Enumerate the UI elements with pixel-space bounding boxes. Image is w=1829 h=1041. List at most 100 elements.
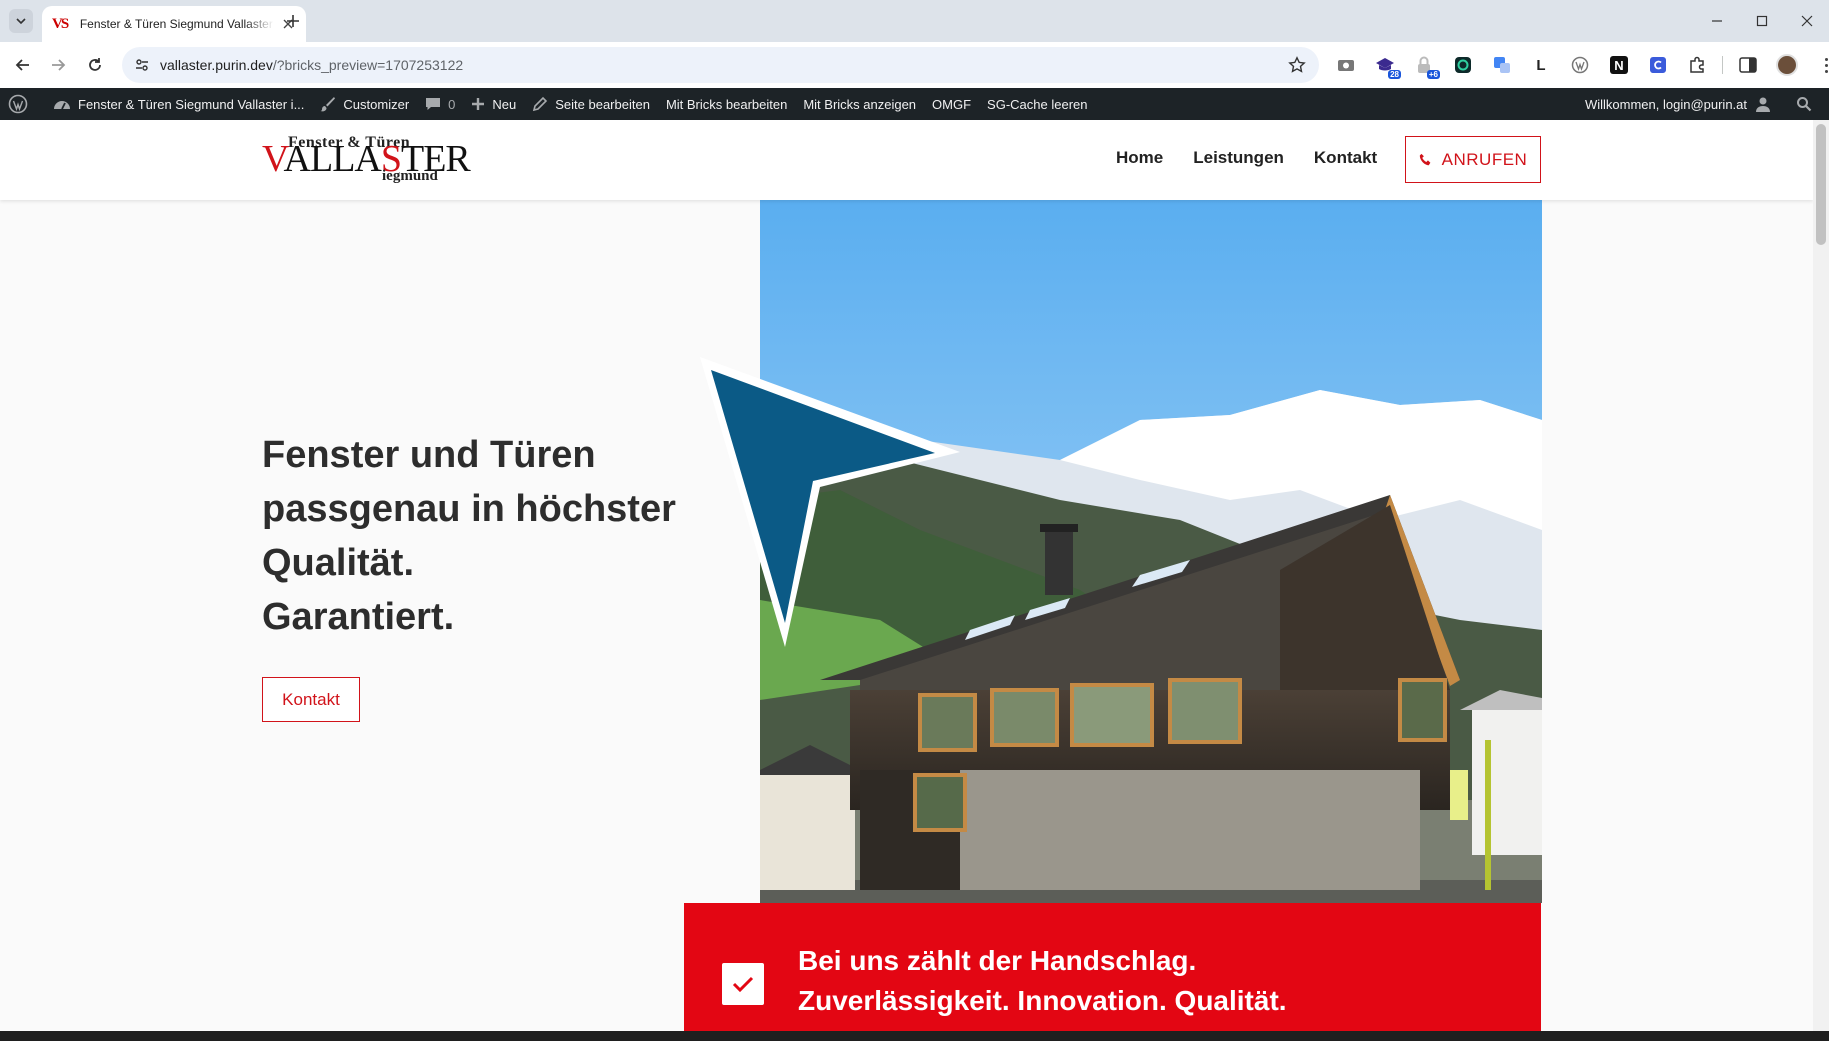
banner-line-2: Zuverlässigkeit. Innovation. Qualität. bbox=[798, 985, 1287, 1016]
more-vert-icon bbox=[1816, 57, 1829, 73]
comment-icon bbox=[426, 98, 441, 110]
star-icon bbox=[1288, 56, 1306, 73]
close-window-button[interactable] bbox=[1784, 0, 1829, 42]
reload-icon bbox=[89, 58, 101, 71]
adminbar-customizer-label: Customizer bbox=[343, 96, 410, 112]
wordpress-icon[interactable] bbox=[1566, 51, 1594, 79]
adminbar-search[interactable] bbox=[1786, 88, 1829, 120]
adminbar-site-name-label: Fenster & Türen Siegmund Vallaster i... bbox=[78, 96, 305, 112]
page-viewport: Fenster & Türen VALLASTER iegmund Home L… bbox=[0, 120, 1829, 1031]
site-favicon-icon: VS bbox=[52, 15, 69, 32]
plus-icon bbox=[287, 15, 299, 27]
adminbar-edit-page[interactable]: Seite bearbeiten bbox=[524, 88, 658, 120]
banner-text: Bei uns zählt der Handschlag. Zuverlässi… bbox=[798, 941, 1287, 1021]
cursor-arrow-decoration bbox=[700, 357, 960, 647]
profile-avatar[interactable] bbox=[1773, 51, 1801, 79]
logo-wordmark: VALLASTER bbox=[262, 138, 471, 180]
call-button-label: ANRUFEN bbox=[1441, 149, 1528, 169]
letter-l-icon[interactable]: L bbox=[1527, 51, 1555, 79]
browser-toolbar: vallaster.purin.dev/?bricks_preview=1707… bbox=[0, 42, 1829, 88]
hero-line: passgenau in höchster bbox=[262, 488, 676, 530]
url-text[interactable]: vallaster.purin.dev/?bricks_preview=1707… bbox=[160, 57, 463, 73]
back-button[interactable] bbox=[11, 53, 35, 77]
notion-icon[interactable]: N bbox=[1605, 51, 1633, 79]
close-icon bbox=[1801, 15, 1812, 27]
arrow-left-icon bbox=[15, 59, 29, 71]
bookmark-button[interactable] bbox=[1287, 55, 1307, 75]
forward-button[interactable] bbox=[46, 53, 70, 77]
wordpress-icon bbox=[8, 94, 28, 114]
window-controls bbox=[1694, 0, 1829, 42]
puzzle-icon[interactable] bbox=[1683, 51, 1711, 79]
promise-banner: Bei uns zählt der Handschlag. Zuverlässi… bbox=[684, 903, 1541, 1031]
adminbar-omgf[interactable]: OMGF bbox=[924, 88, 979, 120]
address-bar[interactable]: vallaster.purin.dev/?bricks_preview=1707… bbox=[122, 47, 1319, 83]
maximize-button[interactable] bbox=[1739, 0, 1784, 42]
checkmark-icon bbox=[732, 976, 754, 993]
adminbar-site-name[interactable]: Fenster & Türen Siegmund Vallaster i... bbox=[45, 88, 312, 120]
side-panel-icon[interactable] bbox=[1734, 51, 1762, 79]
logo-letter-v: V bbox=[262, 138, 285, 180]
avatar bbox=[1776, 54, 1798, 76]
adminbar-customizer[interactable]: Customizer bbox=[312, 88, 417, 120]
hero-line: Qualität. bbox=[262, 542, 415, 584]
scrollbar-thumb[interactable] bbox=[1816, 124, 1826, 245]
reload-button[interactable] bbox=[83, 53, 107, 77]
browser-menu-button[interactable] bbox=[1812, 51, 1829, 79]
minimize-icon bbox=[1711, 20, 1722, 22]
tab-search-button[interactable] bbox=[9, 9, 33, 33]
site-header: Fenster & Türen VALLASTER iegmund Home L… bbox=[0, 120, 1813, 200]
site-info-button[interactable] bbox=[130, 53, 154, 77]
lock-icon[interactable]: +6 bbox=[1410, 51, 1440, 79]
url-path: /?bricks_preview=1707253122 bbox=[272, 57, 464, 73]
pencil-icon bbox=[533, 96, 548, 112]
minimize-button[interactable] bbox=[1694, 0, 1739, 42]
hero-line: Garantiert. bbox=[262, 596, 455, 638]
active-tab[interactable]: VS Fenster & Türen Siegmund Vallaster i.… bbox=[42, 6, 306, 42]
notion-letter: N bbox=[1610, 56, 1628, 74]
url-host: vallaster.purin.dev bbox=[160, 57, 273, 73]
adminbar-account[interactable]: Willkommen, login@purin.at bbox=[1577, 88, 1786, 120]
adminbar-sg-cache[interactable]: SG-Cache leeren bbox=[979, 88, 1095, 120]
adminbar-edit-bricks[interactable]: Mit Bricks bearbeiten bbox=[658, 88, 795, 120]
logo-letters-alla: ALLA bbox=[283, 138, 382, 180]
tab-strip: VS Fenster & Türen Siegmund Vallaster i.… bbox=[0, 0, 1829, 42]
banner-line-1: Bei uns zählt der Handschlag. bbox=[798, 945, 1197, 976]
wp-admin-bar: Fenster & Türen Siegmund Vallaster i... … bbox=[0, 88, 1829, 120]
tune-icon bbox=[136, 59, 148, 71]
main-nav: Home Leistungen Kontakt bbox=[1116, 148, 1377, 168]
graduation-cap-icon[interactable]: 28 bbox=[1371, 51, 1401, 79]
adminbar-new[interactable]: Neu bbox=[463, 88, 524, 120]
contact-button[interactable]: Kontakt bbox=[262, 677, 360, 722]
nav-kontakt[interactable]: Kontakt bbox=[1314, 148, 1377, 168]
paintbrush-icon bbox=[320, 97, 336, 112]
user-icon bbox=[1756, 97, 1770, 112]
toolbar-separator bbox=[1722, 56, 1723, 74]
adminbar-view-bricks[interactable]: Mit Bricks anzeigen bbox=[795, 88, 924, 120]
page-scrollbar[interactable] bbox=[1813, 120, 1829, 1031]
chevron-down-icon bbox=[16, 18, 26, 25]
maximize-icon bbox=[1756, 15, 1767, 27]
comments-count: 0 bbox=[448, 96, 456, 112]
hero-line: Fenster und Türen bbox=[262, 434, 596, 476]
checkbox-badge bbox=[722, 963, 764, 1005]
camera-icon[interactable] bbox=[1332, 51, 1360, 79]
nav-home[interactable]: Home bbox=[1116, 148, 1163, 168]
adminbar-right: Willkommen, login@purin.at bbox=[1577, 88, 1829, 120]
site-logo[interactable]: Fenster & Türen VALLASTER iegmund bbox=[262, 134, 471, 186]
adminbar-new-label: Neu bbox=[492, 96, 517, 112]
call-button[interactable]: ANRUFEN bbox=[1405, 136, 1541, 183]
nav-leistungen[interactable]: Leistungen bbox=[1193, 148, 1284, 168]
c-icon[interactable] bbox=[1644, 51, 1672, 79]
phone-icon bbox=[1419, 153, 1431, 166]
adminbar-comments[interactable]: 0 bbox=[417, 88, 463, 120]
grammarly-icon[interactable] bbox=[1449, 51, 1477, 79]
new-tab-button[interactable] bbox=[282, 10, 304, 32]
tab-title: Fenster & Türen Siegmund Vallaster i... bbox=[79, 17, 275, 31]
translate-icon[interactable] bbox=[1488, 51, 1516, 79]
extensions-row: 28 +6 L N bbox=[1332, 51, 1829, 79]
dashboard-icon bbox=[54, 101, 70, 110]
arrow-right-icon bbox=[52, 59, 66, 71]
wp-logo-menu[interactable] bbox=[0, 88, 45, 120]
search-icon bbox=[1797, 97, 1812, 112]
